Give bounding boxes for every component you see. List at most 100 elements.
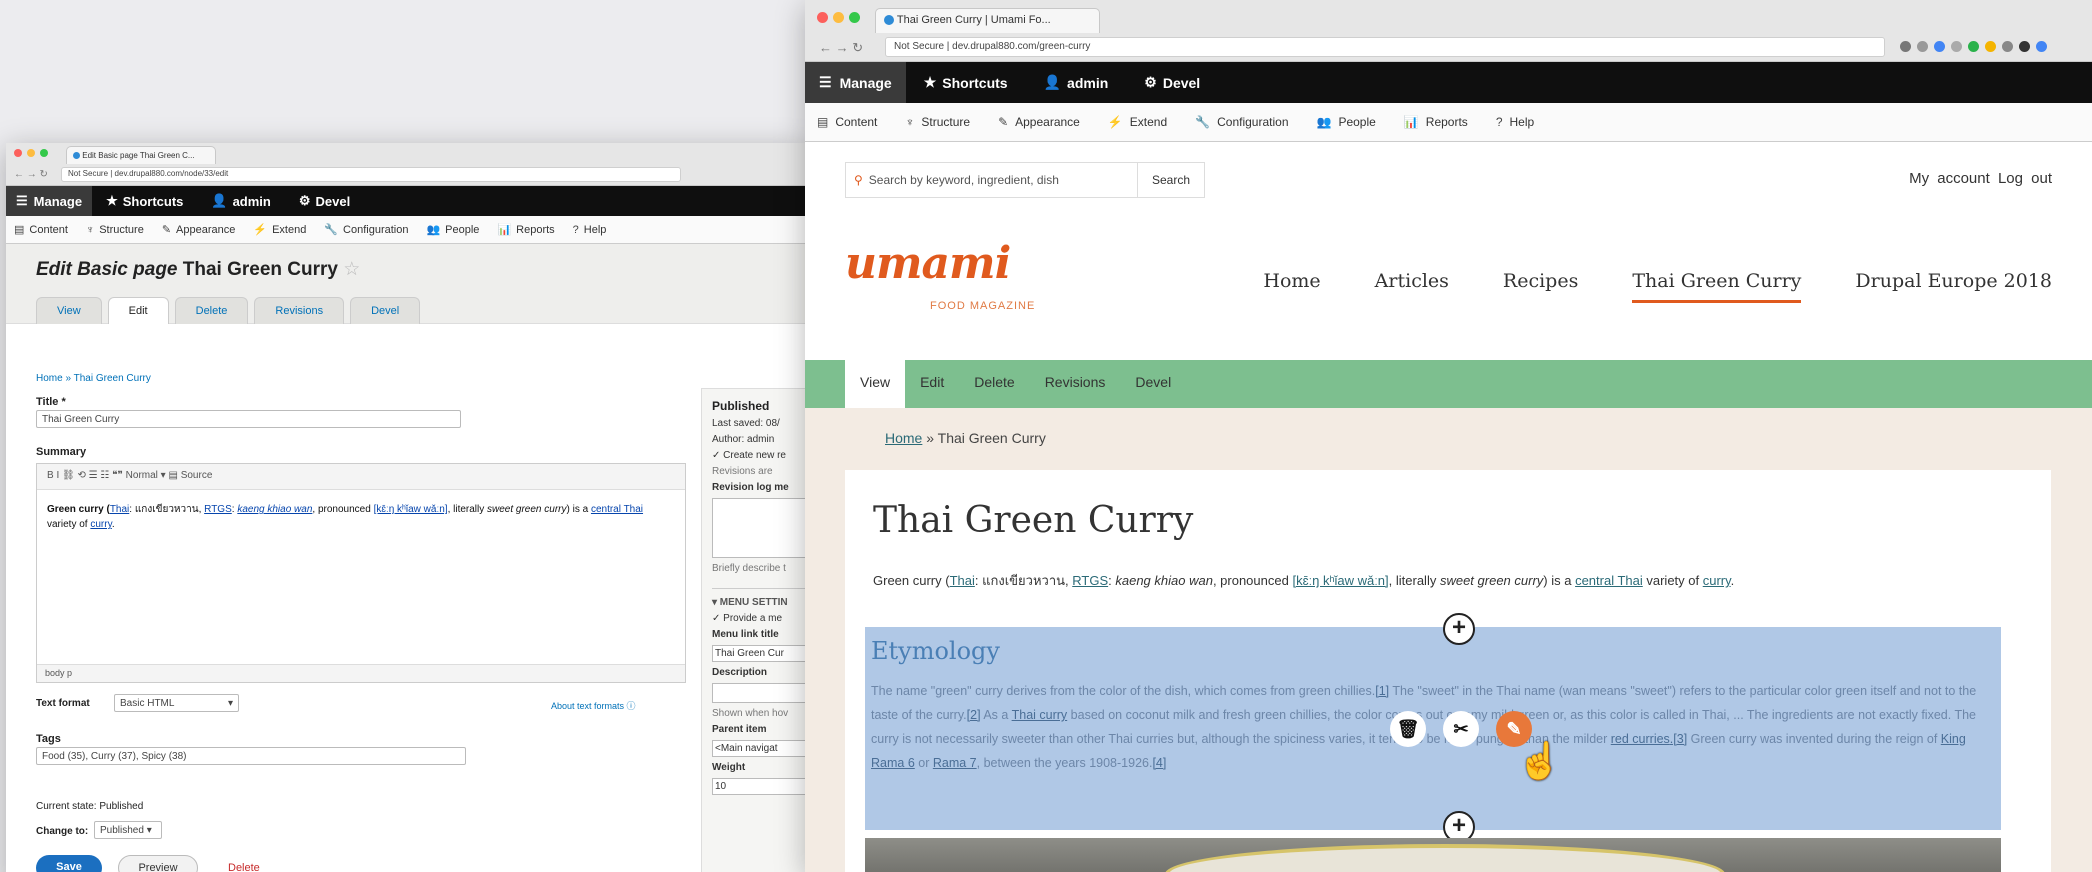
admin-menu-item-structure[interactable]: ♆ Structure <box>905 115 970 129</box>
trash-icon[interactable]: 🗑 <box>1390 711 1426 747</box>
tab-devel[interactable]: Devel <box>350 297 421 324</box>
my-account-link[interactable]: My account <box>1909 170 1990 187</box>
admin-menu-item-help[interactable]: ? Help <box>573 224 607 236</box>
link-rtgs[interactable]: RTGS <box>1072 573 1108 588</box>
address-bar[interactable]: Not Secure | dev.drupal880.com/green-cur… <box>885 37 1885 57</box>
add-block-above-icon[interactable]: + <box>1443 613 1475 645</box>
menu-settings-toggle[interactable]: ▾ MENU SETTIN <box>712 588 806 608</box>
admin-menu-item-content[interactable]: ▤ Content <box>14 223 68 237</box>
link-central-thai[interactable]: central Thai <box>591 504 643 515</box>
browser-extensions[interactable] <box>1900 41 2047 52</box>
admin-menu-item-people[interactable]: 👥 People <box>426 223 479 237</box>
revision-log-textarea[interactable] <box>712 498 806 558</box>
tab-revisions[interactable]: Revisions <box>1030 360 1121 408</box>
search-input[interactable]: Search by keyword, ingredient, dish <box>869 173 1059 187</box>
minimize-dot[interactable] <box>27 149 35 157</box>
ref-link[interactable]: [4] <box>1152 756 1166 770</box>
title-input[interactable]: Thai Green Curry <box>36 410 461 428</box>
tab-view[interactable]: View <box>845 360 906 408</box>
search-button[interactable]: Search <box>1136 163 1204 197</box>
tab-revisions[interactable]: Revisions <box>254 297 345 324</box>
tags-input[interactable]: Food (35), Curry (37), Spicy (38) <box>36 747 466 765</box>
admin-menu-item-configuration[interactable]: 🔧 Configuration <box>1195 115 1288 129</box>
tab-view[interactable]: View <box>36 297 102 324</box>
main-menu-item-articles[interactable]: Articles <box>1375 270 1449 303</box>
link-rama-7[interactable]: Rama 7 <box>933 756 977 770</box>
tab-delete[interactable]: Delete <box>959 360 1029 408</box>
admin-menu-item-extend[interactable]: ⚡ Extend <box>253 223 306 237</box>
selected-block[interactable]: Etymology The name "green" curry derives… <box>865 627 2001 830</box>
admin-menu-item-appearance[interactable]: ✎ Appearance <box>162 223 236 237</box>
manage-button[interactable]: ☰ Manage <box>6 186 93 216</box>
change-to-select[interactable]: Published ▾ <box>94 821 162 839</box>
link-ipa[interactable]: [kɛ̄ːŋ kʰǐaw wǎːn] <box>1292 573 1388 588</box>
devel-button[interactable]: ⚙ Devel <box>285 193 364 209</box>
address-bar[interactable]: Not Secure | dev.drupal880.com/node/33/e… <box>61 167 681 182</box>
admin-menu-item-content[interactable]: ▤ Content <box>817 115 877 129</box>
weight-input[interactable]: 10 <box>712 778 806 795</box>
close-dot[interactable] <box>817 12 828 23</box>
zoom-dot[interactable] <box>40 149 48 157</box>
editor-body[interactable]: Green curry (Thai: แกงเขียวหวาน, RTGS: k… <box>37 490 685 544</box>
breadcrumb[interactable]: Home » Thai Green Curry <box>36 373 151 384</box>
parent-item-select[interactable]: <Main navigat <box>712 740 806 757</box>
devel-button[interactable]: ⚙ Devel <box>1126 74 1218 91</box>
browser-tab[interactable]: Edit Basic page Thai Green C... <box>66 146 216 164</box>
save-button[interactable]: Save <box>36 855 102 872</box>
admin-menu-item-reports[interactable]: 📊 Reports <box>497 223 554 237</box>
admin-menu-item-help[interactable]: ? Help <box>1496 115 1534 129</box>
description-input[interactable] <box>712 683 806 703</box>
link-thai[interactable]: Thai <box>110 504 129 515</box>
create-revision-checkbox[interactable]: ✓ Create new re <box>712 450 806 461</box>
user-button[interactable]: 👤 admin <box>197 193 284 209</box>
link-thai-curry[interactable]: Thai curry <box>1012 708 1068 722</box>
provide-menu-link-checkbox[interactable]: ✓ Provide a me <box>712 613 806 624</box>
breadcrumb-home-link[interactable]: Home <box>885 430 922 446</box>
link-ipa[interactable]: [kɛ̄ːŋ kʰǐaw wǎːn] <box>374 504 448 515</box>
admin-menu-item-people[interactable]: 👥 People <box>1317 115 1376 129</box>
log-out-link[interactable]: Log out <box>1998 170 2052 187</box>
user-button[interactable]: 👤 admin <box>1026 74 1127 91</box>
minimize-dot[interactable] <box>833 12 844 23</box>
link-curry[interactable]: curry <box>90 519 111 530</box>
nav-buttons[interactable]: ← → ↻ <box>14 169 48 180</box>
zoom-dot[interactable] <box>849 12 860 23</box>
body-editor[interactable]: B I ⛓ ⟲ ☰ ☷ ❝❞ Normal ▾ ▤ Source Green c… <box>36 463 686 683</box>
site-logo[interactable]: umami <box>845 238 1011 289</box>
about-text-formats-link[interactable]: About text formats ⓘ <box>551 699 636 712</box>
text-format-select[interactable]: Basic HTML ▾ <box>114 694 239 712</box>
manage-button[interactable]: ☰ Manage <box>805 62 906 103</box>
tab-devel[interactable]: Devel <box>1120 360 1186 408</box>
ref-link[interactable]: .[3] <box>1670 732 1687 746</box>
shortcuts-button[interactable]: ★ Shortcuts <box>906 74 1026 91</box>
browser-tab[interactable]: Thai Green Curry | Umami Fo... <box>875 8 1100 33</box>
tab-delete[interactable]: Delete <box>174 297 249 324</box>
admin-menu-item-reports[interactable]: 📊 Reports <box>1404 115 1468 129</box>
link-rtgs[interactable]: RTGS <box>204 504 232 515</box>
tab-edit[interactable]: Edit <box>107 297 169 324</box>
main-menu-item-drupal-europe-2018[interactable]: Drupal Europe 2018 <box>1855 270 2052 303</box>
preview-button[interactable]: Preview <box>118 855 198 872</box>
admin-menu-item-structure[interactable]: ♆ Structure <box>86 224 144 236</box>
cut-icon[interactable]: ✂ <box>1443 711 1479 747</box>
link-central-thai[interactable]: central Thai <box>1575 573 1643 588</box>
admin-menu-item-configuration[interactable]: 🔧 Configuration <box>324 223 408 237</box>
main-menu-item-thai-green-curry[interactable]: Thai Green Curry <box>1632 270 1802 303</box>
link-thai[interactable]: Thai <box>950 573 975 588</box>
main-menu-item-recipes[interactable]: Recipes <box>1503 270 1578 303</box>
tab-edit[interactable]: Edit <box>905 360 959 408</box>
link-curry[interactable]: curry <box>1703 573 1731 588</box>
close-dot[interactable] <box>14 149 22 157</box>
delete-link[interactable]: Delete <box>228 862 260 872</box>
main-menu-item-home[interactable]: Home <box>1263 270 1320 303</box>
ref-link[interactable]: [1] <box>1375 684 1389 698</box>
search-form[interactable]: ⚲ Search by keyword, ingredient, dish Se… <box>845 162 1205 198</box>
admin-menu-item-extend[interactable]: ⚡ Extend <box>1108 115 1167 129</box>
link-red-curries[interactable]: red curries <box>1611 732 1670 746</box>
menu-link-title-input[interactable]: Thai Green Cur <box>712 645 806 662</box>
star-outline-icon[interactable]: ☆ <box>343 259 360 280</box>
admin-menu-item-appearance[interactable]: ✎ Appearance <box>998 115 1080 129</box>
editor-toolbar[interactable]: B I ⛓ ⟲ ☰ ☷ ❝❞ Normal ▾ ▤ Source <box>37 464 685 490</box>
shortcuts-button[interactable]: ★ Shortcuts <box>92 193 197 209</box>
nav-buttons[interactable]: ← → ↻ <box>819 40 863 56</box>
